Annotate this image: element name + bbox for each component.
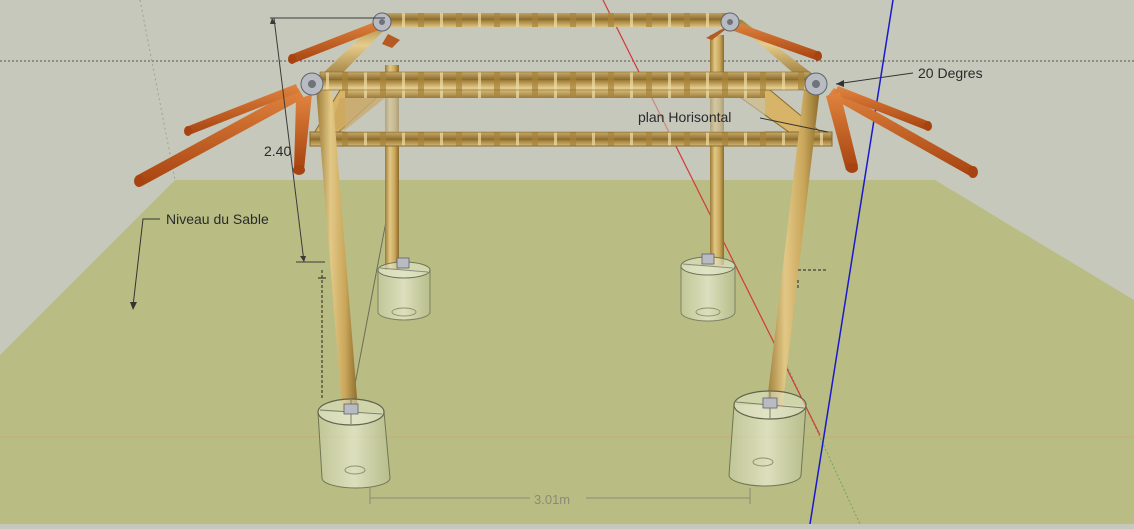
container-front-left <box>317 398 391 489</box>
height-dimension-label: 2.40 <box>264 143 291 159</box>
model-canvas[interactable]: 2.40 3.01m 20 Degres plan Horisontal Niv… <box>0 0 1134 525</box>
post-back-right <box>710 35 724 265</box>
angle-label: 20 Degres <box>918 65 983 81</box>
ground-plane <box>0 180 1134 524</box>
beam-front <box>319 71 811 91</box>
sketchup-viewport[interactable]: 2.40 3.01m 20 Degres plan Horisontal Niv… <box>0 0 1134 525</box>
deck-front <box>309 131 833 147</box>
joint-front-left <box>300 72 324 96</box>
plane-label: plan Horisontal <box>638 109 731 125</box>
container-back-right <box>680 256 736 322</box>
container-front-right <box>728 390 807 487</box>
joint-front-right <box>804 72 828 96</box>
width-dimension-label: 3.01m <box>534 492 570 507</box>
ground-label: Niveau du Sable <box>166 211 269 227</box>
beam-back <box>385 13 730 27</box>
joint-back-right <box>720 12 740 32</box>
container-back-left <box>377 261 431 321</box>
joint-back-left <box>372 12 392 32</box>
